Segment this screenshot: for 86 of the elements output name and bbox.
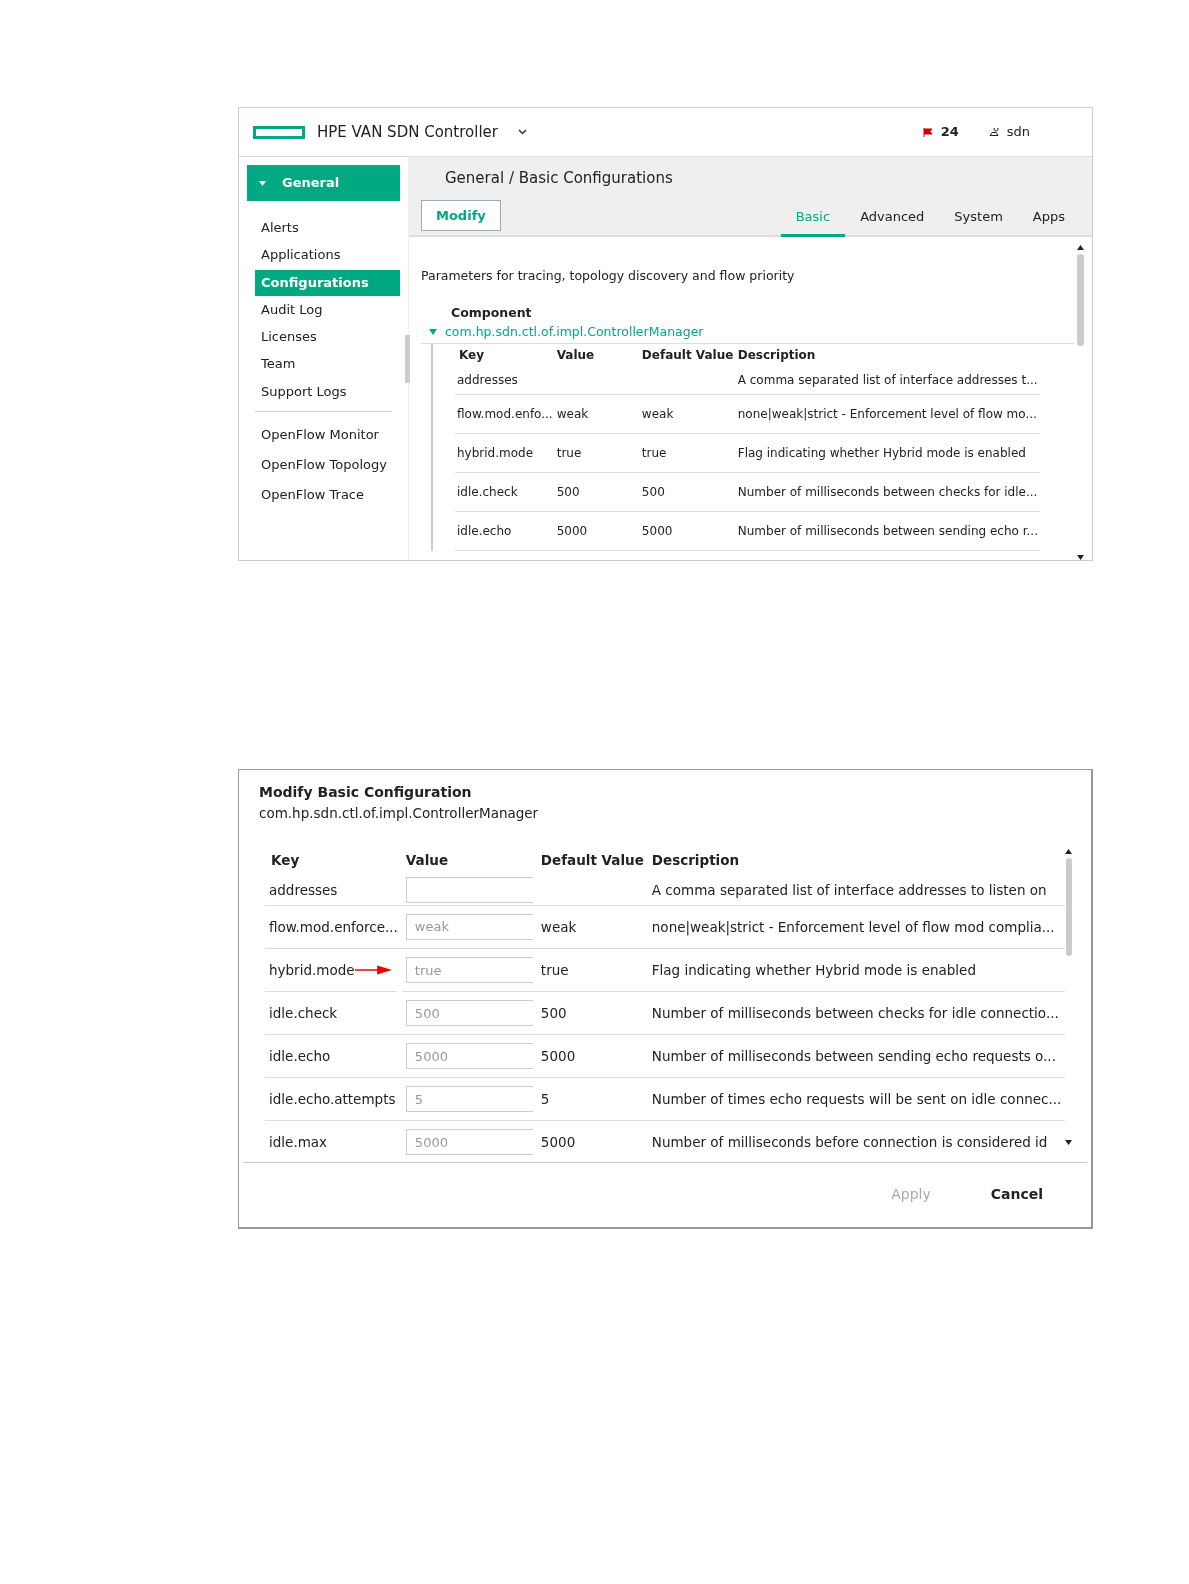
table-cell: flow.mod.enfo...: [457, 406, 553, 421]
column-heading: Component: [451, 303, 533, 322]
column-header: Description: [650, 851, 741, 871]
sidebar-item[interactable]: Licenses: [255, 324, 400, 351]
app-title: HPE VAN SDN Controller: [317, 121, 498, 143]
table-cell: 500: [540, 1005, 567, 1022]
table-cell: 500: [556, 484, 580, 499]
input-field[interactable]: weak: [405, 913, 533, 940]
column-header: Key: [458, 347, 486, 365]
table-cell: Number of milliseconds between sending echo requests o...: [651, 1048, 1056, 1065]
table-cell: Number of milliseconds between checks for idle...: [737, 484, 1038, 499]
table-cell: idle.echo.attempts: [269, 1091, 396, 1108]
alert-count: 24: [940, 123, 959, 142]
column-header: Value: [404, 851, 450, 871]
table-cell: weak: [540, 918, 577, 935]
tab[interactable]: System: [939, 198, 1018, 237]
input-field[interactable]: true: [405, 957, 533, 983]
cancel-button[interactable]: Cancel: [984, 1183, 1049, 1207]
input-field[interactable]: 500: [405, 1000, 533, 1027]
table-cell: true: [641, 445, 667, 460]
input-field[interactable]: 5: [405, 1086, 533, 1113]
user-icon: [988, 128, 999, 136]
table-cell: weak: [641, 406, 674, 421]
sidebar-item[interactable]: Applications: [255, 242, 400, 269]
column-header: Default Value: [640, 347, 735, 365]
dialog-subtitle: com.hp.sdn.ctl.of.impl.ControllerManager: [259, 804, 540, 823]
sidebar-item[interactable]: Team: [255, 351, 400, 378]
scroll-up-icon: [1076, 245, 1084, 250]
input-field[interactable]: 5000: [405, 1043, 533, 1070]
logo-icon: [253, 125, 305, 139]
caret-down-icon: [429, 328, 437, 335]
table-cell: addresses: [269, 881, 338, 898]
scroll-up-icon: [1065, 849, 1073, 855]
sidebar-item[interactable]: Support Logs: [255, 378, 400, 405]
column-header: Key: [270, 851, 301, 871]
table-cell: Flag indicating whether Hybrid mode is enabled: [737, 445, 1026, 460]
page-title: General / Basic Configurations: [445, 167, 673, 189]
dialog-title: Modify Basic Configuration: [259, 783, 473, 802]
tab[interactable]: Apps: [1017, 198, 1080, 237]
sidebar-item[interactable]: OpenFlow Topology: [255, 452, 400, 479]
table-cell: 5000: [540, 1134, 576, 1151]
table-cell: idle.echo: [457, 523, 512, 538]
table-cell: 5000: [540, 1048, 576, 1065]
table-cell: A comma separated list of interface addresses to listen on: [651, 881, 1047, 898]
table-cell: true: [556, 445, 582, 460]
table-cell: none|weak|strict - Enforcement level of flow mo...: [737, 406, 1037, 421]
scroll-down-icon: [1065, 1140, 1073, 1146]
description-text: Parameters for tracing, topology discovery and flow priority: [421, 267, 796, 285]
table-cell: none|weak|strict - Enforcement level of flow mod complia...: [651, 918, 1055, 935]
column-header: Default Value: [539, 851, 645, 871]
table-cell: Number of milliseconds between sending echo r...: [737, 523, 1038, 538]
table-cell: Number of times echo requests will be sent on idle connec...: [651, 1091, 1062, 1108]
scroll-down-icon: [1076, 555, 1084, 560]
table-cell: Number of milliseconds before connection is considered id: [651, 1134, 1048, 1151]
table-cell: hybrid.mode: [457, 445, 534, 460]
caret-down-icon: [259, 180, 266, 186]
table-cell: 5000: [641, 523, 673, 538]
table-cell: weak: [556, 406, 589, 421]
pointer-arrow: [354, 963, 393, 976]
sidebar-item[interactable]: OpenFlow Trace: [255, 482, 400, 509]
table-cell: addresses: [457, 373, 518, 387]
table-cell: Number of milliseconds between checks for idle connectio...: [651, 1005, 1059, 1022]
sidebar-scrollbar: [405, 335, 410, 383]
input-field[interactable]: [405, 877, 533, 903]
table-cell: idle.check: [269, 1004, 338, 1021]
column-header: Value: [555, 347, 596, 365]
table-cell: 5: [540, 1091, 550, 1108]
table-cell: true: [540, 961, 569, 978]
sidebar-item[interactable]: Alerts: [255, 215, 400, 242]
chevron-down-icon[interactable]: [517, 129, 527, 135]
tab[interactable]: Advanced: [845, 198, 940, 237]
table-cell: 500: [641, 484, 665, 499]
sidebar-item[interactable]: OpenFlow Monitor: [255, 421, 400, 448]
table-cell: flow.mod.enforce...: [269, 918, 398, 935]
column-header: Description: [736, 347, 817, 365]
table-cell-text: hybrid.mode: [269, 960, 355, 980]
table-cell: A comma separated list of interface addresses t...: [737, 373, 1038, 387]
table-cell: idle.echo: [269, 1048, 331, 1065]
user-name[interactable]: sdn: [1006, 122, 1030, 142]
table-cell: idle.check: [457, 484, 518, 499]
table-cell: 5000: [556, 523, 588, 538]
table-cell: idle.max: [269, 1134, 328, 1151]
input-field[interactable]: 5000: [405, 1129, 533, 1156]
sidebar-item[interactable]: Audit Log: [255, 296, 400, 323]
table-cell: Flag indicating whether Hybrid mode is enabled: [651, 961, 976, 978]
flag-icon: [922, 127, 933, 137]
